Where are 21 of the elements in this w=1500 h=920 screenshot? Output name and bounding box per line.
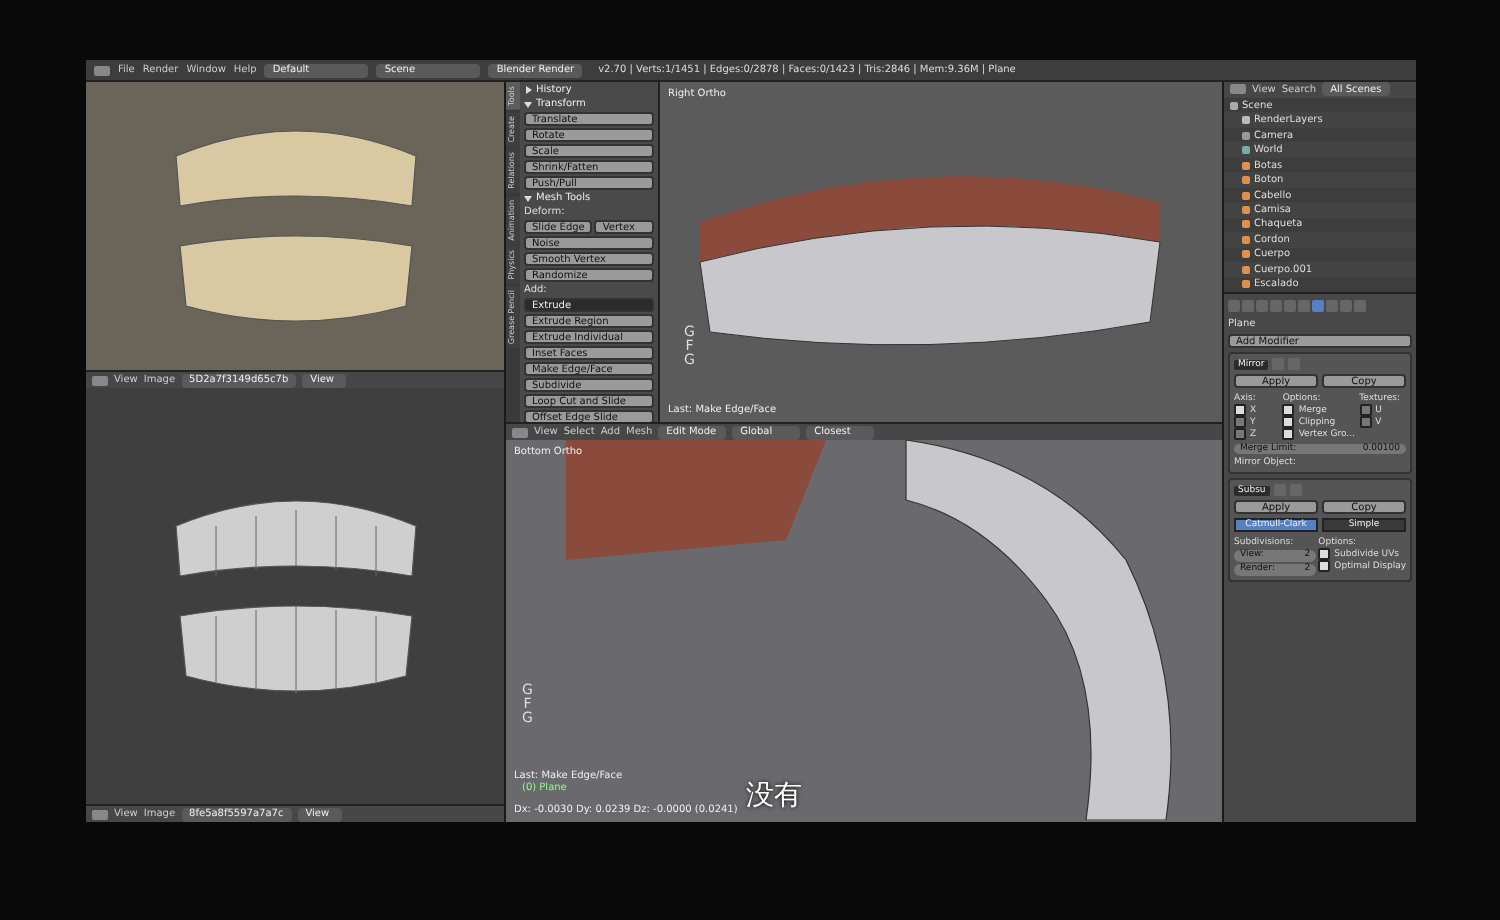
scene-icon	[1230, 101, 1238, 110]
editor-type-icon[interactable]	[94, 65, 110, 75]
world-icon	[1242, 146, 1250, 155]
disclosure-triangle-icon[interactable]	[524, 194, 532, 202]
layers-icon	[1242, 116, 1250, 125]
subtitle: 没有	[746, 778, 802, 814]
checkbox[interactable]	[1359, 416, 1372, 428]
checkbox[interactable]	[1282, 416, 1295, 428]
editor-type-icon[interactable]	[1230, 84, 1246, 95]
checkbox[interactable]	[1359, 404, 1372, 416]
checkbox[interactable]	[1318, 560, 1331, 572]
checkbox[interactable]	[1282, 404, 1295, 416]
camera-icon	[1242, 131, 1250, 140]
checkbox[interactable]	[1234, 416, 1246, 428]
checkbox[interactable]	[1282, 428, 1295, 440]
checkbox[interactable]	[1234, 404, 1246, 416]
editor-type-icon[interactable]	[512, 427, 528, 437]
editor-type-icon[interactable]	[92, 375, 108, 386]
checkbox[interactable]	[1318, 548, 1331, 560]
editor-type-icon[interactable]	[92, 809, 108, 819]
checkbox[interactable]	[1234, 428, 1246, 440]
